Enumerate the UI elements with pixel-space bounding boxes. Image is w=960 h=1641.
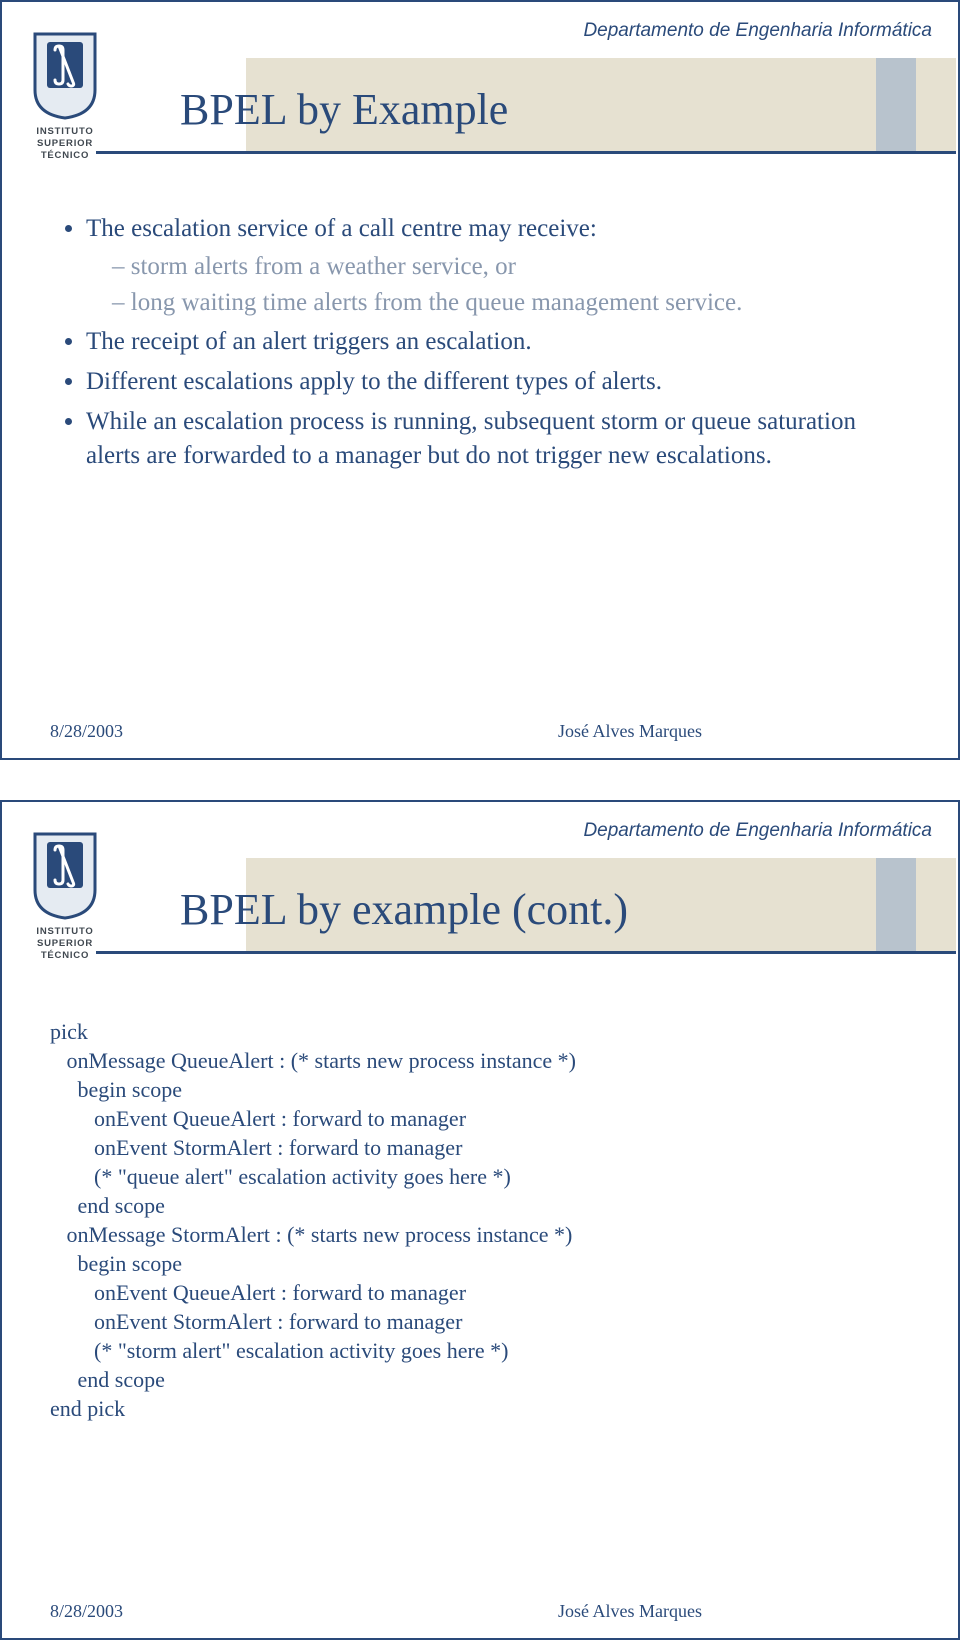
footer-date: 8/28/2003 (50, 1601, 350, 1622)
bullet-item: Different escalations apply to the diffe… (86, 365, 898, 399)
slide-1-footer: 8/28/2003 José Alves Marques (50, 721, 910, 742)
slide-title-bar: BPEL by example (cont.) (152, 872, 628, 946)
ist-shield-icon (33, 832, 97, 920)
slide-2: Departamento de Engenharia Informática I… (0, 800, 960, 1640)
slide-1: Departamento de Engenharia Informática I… (0, 0, 960, 760)
slide-title: BPEL by example (cont.) (152, 884, 628, 935)
footer-author: José Alves Marques (350, 721, 910, 742)
sub-bullet-item: storm alerts from a weather service, or (112, 250, 898, 284)
logo-line-2: SUPERIOR (37, 138, 93, 149)
footer-date: 8/28/2003 (50, 721, 350, 742)
logo-caption: INSTITUTO SUPERIOR TÉCNICO (20, 926, 110, 962)
bullet-item: The receipt of an alert triggers an esca… (86, 325, 898, 359)
bullet-item: While an escalation process is running, … (86, 405, 898, 473)
sub-bullet-item: long waiting time alerts from the queue … (112, 286, 898, 320)
institution-logo: INSTITUTO SUPERIOR TÉCNICO (20, 32, 110, 162)
department-label: Departamento de Engenharia Informática (583, 820, 932, 842)
logo-line-3: TÉCNICO (41, 950, 89, 961)
slide-title-bar: BPEL by Example (152, 72, 508, 146)
logo-line-1: INSTITUTO (36, 926, 93, 937)
footer-author: José Alves Marques (350, 1601, 910, 1622)
slide-1-content: The escalation service of a call centre … (62, 212, 898, 478)
slide-2-footer: 8/28/2003 José Alves Marques (50, 1601, 910, 1622)
bullet-item: The escalation service of a call centre … (86, 212, 898, 319)
slide-2-code: pick onMessage QueueAlert : (* starts ne… (50, 1017, 898, 1423)
logo-caption: INSTITUTO SUPERIOR TÉCNICO (20, 126, 110, 162)
department-label: Departamento de Engenharia Informática (583, 20, 932, 42)
logo-line-3: TÉCNICO (41, 150, 89, 161)
slide-title: BPEL by Example (152, 84, 508, 135)
logo-line-2: SUPERIOR (37, 938, 93, 949)
logo-line-1: INSTITUTO (36, 126, 93, 137)
ist-shield-icon (33, 32, 97, 120)
institution-logo: INSTITUTO SUPERIOR TÉCNICO (20, 832, 110, 962)
